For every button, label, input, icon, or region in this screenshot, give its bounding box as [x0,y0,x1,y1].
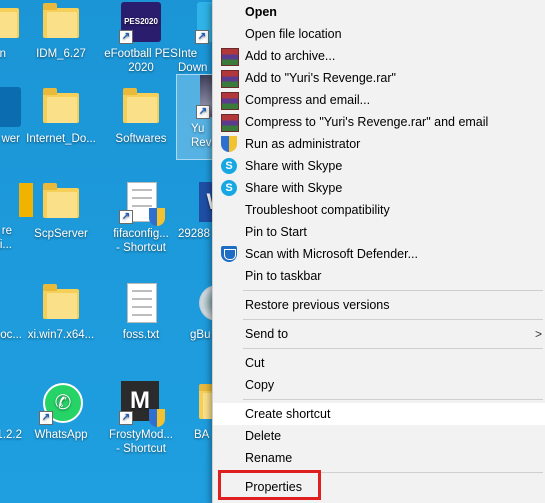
menu-item-label: Add to archive... [245,49,336,63]
skype-icon: S [221,158,237,174]
menu-item-add-to-rar[interactable]: Add to "Yuri's Revenge.rar" [213,67,545,89]
menu-item-restore-versions[interactable]: Restore previous versions [213,294,545,316]
icon-label: FrostyMod... - Shortcut [109,429,173,455]
context-menu: Open Open file location Add to archive..… [212,0,545,503]
shortcut-arrow-icon: ↗ [195,30,209,44]
menu-item-share-skype[interactable]: S Share with Skype [213,155,545,177]
chevron-right-icon: > [534,327,542,341]
desktop-icon[interactable]: ↗ fifaconfig... - Shortcut [100,180,182,255]
shortcut-arrow-icon: ↗ [119,411,133,425]
menu-item-cut[interactable]: Cut [213,352,545,374]
menu-item-label: Create shortcut [245,407,331,421]
menu-separator [243,290,543,291]
icon-label: Internet_Do... [26,133,96,145]
menu-item-open[interactable]: Open [213,1,545,23]
icon-label: foss.txt [122,329,160,341]
icon-label: IDM_6.27 [36,48,86,60]
menu-item-label: Compress to "Yuri's Revenge.rar" and ema… [245,115,489,129]
desktop-icon[interactable]: foss.txt [100,281,182,342]
icon-label: WhatsApp [34,429,88,441]
icon-label: xi.win7.x64... [27,329,95,341]
shortcut-arrow-icon: ↗ [196,105,210,119]
menu-item-run-as-admin[interactable]: Run as administrator [213,133,545,155]
menu-item-send-to[interactable]: Send to > [213,323,545,345]
folder-icon [123,88,159,123]
menu-item-label: Pin to taskbar [245,269,322,283]
menu-item-defender-scan[interactable]: Scan with Microsoft Defender... [213,243,545,265]
text-file-icon [127,283,157,323]
menu-item-label: Share with Skype [245,159,343,173]
menu-item-label: Troubleshoot compatibility [245,203,390,217]
icon-label: fifaconfig... - Shortcut [113,228,169,254]
shortcut-arrow-icon: ↗ [119,30,133,44]
menu-item-pin-start[interactable]: Pin to Start [213,221,545,243]
folder-icon [43,88,79,123]
menu-item-label: Pin to Start [245,225,307,239]
menu-item-share-skype-2[interactable]: S Share with Skype [213,177,545,199]
shortcut-arrow-icon: ↗ [39,411,53,425]
menu-item-label: Run as administrator [245,137,361,151]
menu-item-compress-email[interactable]: Compress and email... [213,89,545,111]
shield-icon [149,409,165,427]
menu-item-add-to-archive[interactable]: Add to archive... [213,45,545,67]
properties-highlight-box [218,470,321,500]
menu-separator [243,399,543,400]
icon-label: ScpServer [34,228,88,240]
menu-separator [243,319,543,320]
desktop-icon[interactable]: IDM_6.27 [20,0,102,61]
desktop-icon[interactable]: ✆ ↗ WhatsApp [20,381,102,442]
winrar-icon [221,70,239,88]
defender-icon [221,246,237,262]
shield-icon [149,208,165,226]
menu-item-label: Add to "Yuri's Revenge.rar" [245,71,396,85]
menu-item-label: Open [245,5,277,19]
desktop-icon[interactable]: Internet_Do... [20,85,102,146]
menu-item-label: Compress and email... [245,93,371,107]
folder-icon [43,3,79,38]
icon-label: Softwares [115,133,167,145]
menu-item-copy[interactable]: Copy [213,374,545,396]
winrar-icon [221,114,239,132]
desktop-icon[interactable]: Softwares [100,85,182,146]
winrar-icon [221,92,239,110]
menu-separator [243,348,543,349]
menu-item-label: Restore previous versions [245,298,390,312]
menu-item-label: Rename [245,451,293,465]
folder-icon [43,284,79,319]
menu-item-open-file-location[interactable]: Open file location [213,23,545,45]
menu-item-label: Scan with Microsoft Defender... [245,247,418,261]
menu-item-label: Delete [245,429,282,443]
uac-shield-icon [221,136,237,152]
menu-item-create-shortcut[interactable]: Create shortcut [213,403,545,425]
menu-item-rename[interactable]: Rename [213,447,545,469]
desktop-icon[interactable]: ScpServer [20,180,102,241]
menu-item-troubleshoot[interactable]: Troubleshoot compatibility [213,199,545,221]
folder-icon [43,183,79,218]
skype-icon: S [221,180,237,196]
menu-item-label: Share with Skype [245,181,343,195]
folder-icon [0,8,19,38]
menu-item-label: Copy [245,378,275,392]
menu-item-compress-to-rar-email[interactable]: Compress to "Yuri's Revenge.rar" and ema… [213,111,545,133]
desktop-icon[interactable]: M ↗ FrostyMod... - Shortcut [100,381,182,456]
menu-item-label: Open file location [245,27,342,41]
shortcut-arrow-icon: ↗ [119,210,133,224]
menu-item-delete[interactable]: Delete [213,425,545,447]
menu-item-label: Cut [245,356,265,370]
app-icon [0,87,21,127]
menu-item-label: Send to [245,327,289,341]
desktop-icon[interactable]: xi.win7.x64... [20,281,102,342]
winrar-icon [221,48,239,66]
desktop-icon[interactable]: PES2020 ↗ eFootball PES 2020 [100,0,182,75]
icon-label: eFootball PES 2020 [104,48,178,74]
menu-item-pin-taskbar[interactable]: Pin to taskbar [213,265,545,287]
